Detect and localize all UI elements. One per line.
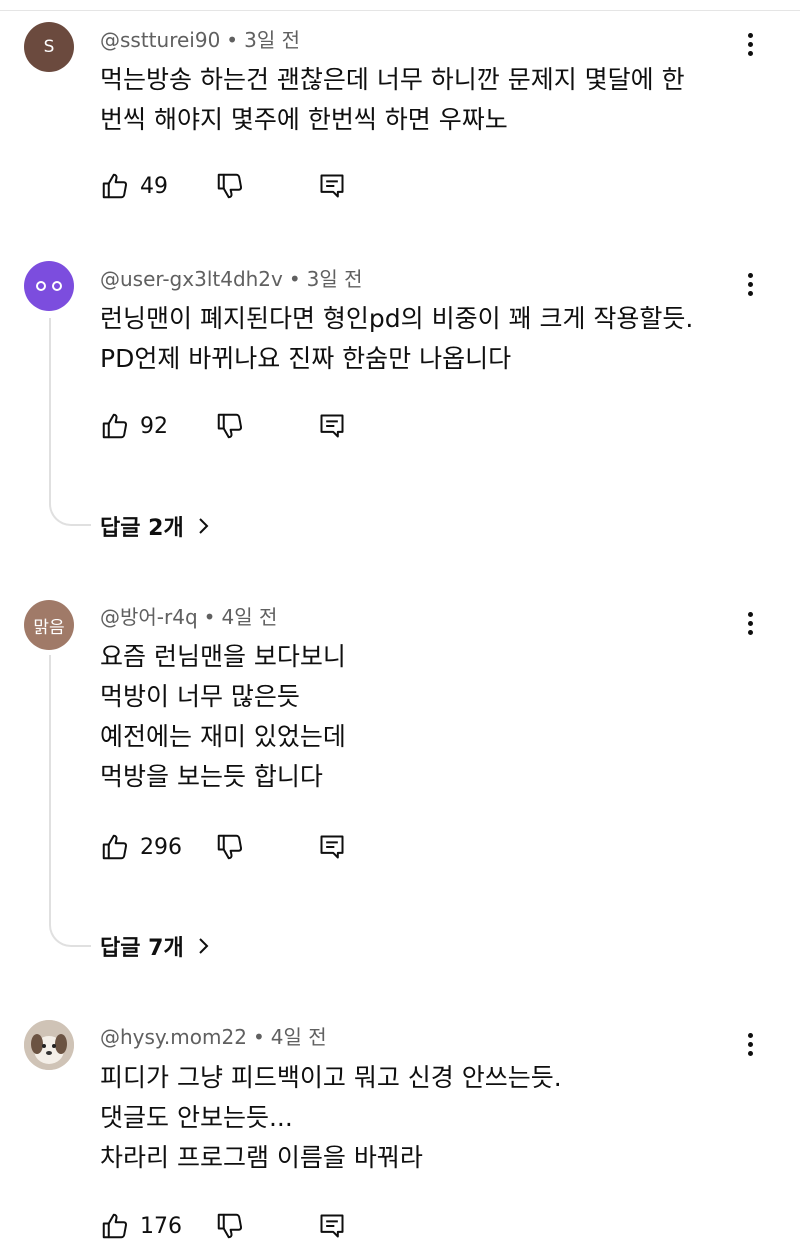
- comment-author[interactable]: @hysy.mom22: [100, 1025, 247, 1049]
- thumbs-up-icon: [102, 413, 128, 439]
- comment-time[interactable]: 3일 전: [244, 28, 300, 52]
- reply-thread-line: [49, 655, 91, 947]
- chevron-right-icon: [198, 938, 209, 954]
- reply-button[interactable]: [318, 408, 346, 444]
- more-vertical-icon[interactable]: [738, 266, 762, 302]
- comment-time[interactable]: 3일 전: [307, 267, 363, 291]
- comment-text: 런닝맨이 폐지된다면 형인pd의 비중이 꽤 크게 작용할듯. PD언제 바뀌나…: [100, 304, 694, 373]
- like-count: 176: [140, 1213, 182, 1239]
- reply-thread-line: [49, 318, 91, 526]
- avatar-face-icon: [36, 281, 62, 291]
- replies-label: 답글 7개: [100, 936, 184, 961]
- view-replies-button[interactable]: 답글 2개: [100, 510, 210, 542]
- thumbs-up-icon: [102, 834, 128, 860]
- like-count: 296: [140, 834, 182, 860]
- reply-comment-icon: [320, 835, 344, 859]
- dislike-button[interactable]: [215, 168, 245, 204]
- comment-meta: @hysy.mom22 • 4일 전: [100, 1025, 327, 1049]
- chevron-right-icon: [198, 518, 209, 534]
- comment-text: 요즘 런님맨을 보다보니 먹방이 너무 많은듯 예전에는 재미 있었는데 먹방을…: [100, 642, 346, 791]
- avatar-initial: S: [43, 37, 55, 57]
- reply-comment-icon: [320, 414, 344, 438]
- more-vertical-icon[interactable]: [738, 605, 762, 641]
- comment-meta: @user-gx3lt4dh2v • 3일 전: [100, 267, 363, 291]
- comment-author[interactable]: @user-gx3lt4dh2v: [100, 267, 283, 291]
- comment-actions: 49: [100, 168, 400, 204]
- comment-author[interactable]: @sstturei90: [100, 28, 220, 52]
- comment-meta: @방어-r4q • 4일 전: [100, 605, 278, 629]
- comment-text: 피디가 그냥 피드백이고 뭐고 신경 안쓰는듯. 댓글도 안보는듯... 차라리…: [100, 1063, 562, 1172]
- view-replies-button[interactable]: 답글 7개: [100, 930, 210, 962]
- comment-actions: 92: [100, 408, 400, 444]
- avatar[interactable]: S: [24, 22, 74, 72]
- more-vertical-icon[interactable]: [738, 26, 762, 62]
- thumbs-down-icon: [217, 1213, 243, 1239]
- like-count: 92: [140, 413, 168, 439]
- reply-button[interactable]: [318, 829, 346, 865]
- like-button[interactable]: 49: [100, 168, 168, 204]
- reply-comment-icon: [320, 174, 344, 198]
- thumbs-up-icon: [102, 173, 128, 199]
- reply-button[interactable]: [318, 1208, 346, 1244]
- comment-meta: @sstturei90 • 3일 전: [100, 28, 300, 52]
- comment-author[interactable]: @방어-r4q: [100, 605, 198, 629]
- thumbs-down-icon: [217, 834, 243, 860]
- like-count: 49: [140, 173, 168, 199]
- dislike-button[interactable]: [215, 408, 245, 444]
- replies-label: 답글 2개: [100, 516, 184, 541]
- comment-actions: 176: [100, 1208, 400, 1244]
- reply-comment-icon: [320, 1214, 344, 1238]
- more-vertical-icon[interactable]: [738, 1026, 762, 1062]
- comment-time[interactable]: 4일 전: [271, 1025, 327, 1049]
- avatar-initial: 맑음: [33, 617, 65, 638]
- comment-text: 먹는방송 하는건 괜찮은데 너무 하니깐 문제지 몇달에 한 번씩 해야지 몇주…: [100, 65, 685, 134]
- avatar[interactable]: [24, 261, 74, 311]
- like-button[interactable]: 92: [100, 408, 168, 444]
- comment-time[interactable]: 4일 전: [221, 605, 277, 629]
- thumbs-down-icon: [217, 173, 243, 199]
- top-divider: [0, 0, 800, 11]
- dislike-button[interactable]: [215, 829, 245, 865]
- comment-actions: 296: [100, 829, 400, 865]
- dislike-button[interactable]: [215, 1208, 245, 1244]
- thumbs-up-icon: [102, 1213, 128, 1239]
- like-button[interactable]: 176: [100, 1208, 182, 1244]
- avatar[interactable]: [24, 1020, 74, 1070]
- dog-photo-icon: [24, 1020, 74, 1070]
- thumbs-down-icon: [217, 413, 243, 439]
- avatar[interactable]: 맑음: [24, 600, 74, 650]
- reply-button[interactable]: [318, 168, 346, 204]
- like-button[interactable]: 296: [100, 829, 182, 865]
